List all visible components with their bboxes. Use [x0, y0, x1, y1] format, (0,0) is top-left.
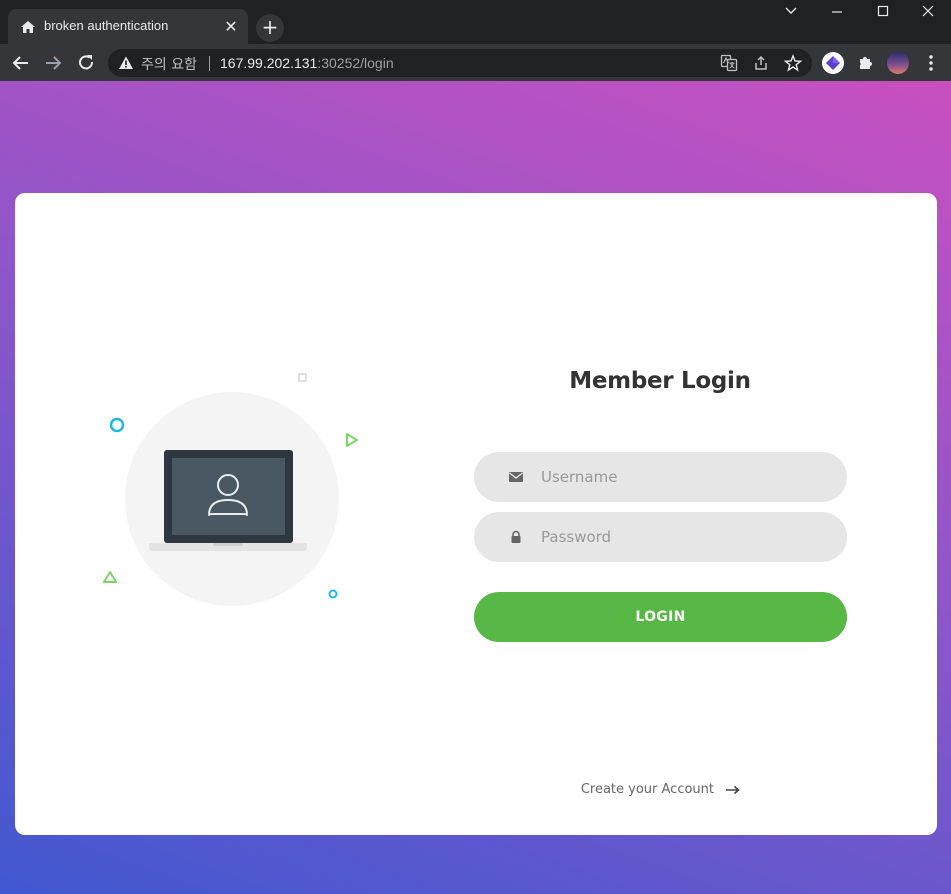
page-title: Member Login	[569, 368, 751, 394]
back-icon[interactable]	[8, 50, 34, 76]
star-icon[interactable]	[784, 54, 802, 72]
url-host: 167.99.202.131	[220, 55, 318, 71]
square-decoration	[298, 373, 307, 382]
warning-icon[interactable]	[118, 55, 134, 71]
browser-tab[interactable]: broken authentication ✕	[8, 9, 248, 44]
chevron-down-icon	[785, 7, 797, 14]
login-button[interactable]: LOGIN	[474, 592, 847, 642]
circle-decoration	[109, 417, 125, 433]
url-text[interactable]: 167.99.202.131:30252/login	[220, 55, 394, 71]
username-input[interactable]	[474, 452, 847, 502]
tab-search-icon[interactable]	[768, 4, 814, 24]
puzzle-icon[interactable]	[855, 52, 877, 74]
arrow-right-icon	[726, 785, 740, 794]
address-bar[interactable]: 주의 요함 167.99.202.131:30252/login	[108, 49, 812, 77]
login-card: Member Login LOGIN Create your Account	[15, 193, 937, 835]
share-icon[interactable]	[752, 54, 770, 72]
maximize-button[interactable]	[860, 4, 906, 24]
forward-icon[interactable]	[40, 50, 66, 76]
translate-icon[interactable]	[720, 54, 738, 72]
laptop-notch	[213, 543, 243, 546]
url-path: :30252/login	[317, 55, 394, 71]
password-field[interactable]	[474, 512, 847, 562]
close-icon	[922, 5, 934, 17]
reload-icon[interactable]	[73, 50, 99, 76]
dot-decoration	[328, 589, 338, 599]
username-field[interactable]	[474, 452, 847, 502]
omnibox-separator	[209, 56, 210, 71]
tab-strip: broken authentication ✕ +	[0, 0, 951, 44]
new-tab-button[interactable]: +	[256, 14, 284, 42]
page-viewport: Member Login LOGIN Create your Account	[0, 81, 951, 894]
password-input[interactable]	[474, 512, 847, 562]
maximize-icon	[877, 5, 889, 17]
security-status[interactable]: 주의 요함	[141, 54, 197, 74]
more-icon[interactable]	[920, 52, 942, 74]
home-icon	[21, 21, 35, 33]
minimize-icon	[832, 11, 842, 13]
triangle-decoration	[346, 433, 358, 447]
minimize-button[interactable]	[814, 4, 860, 24]
triangle-decoration	[103, 571, 117, 583]
close-window-button[interactable]	[905, 4, 951, 24]
create-account-label: Create your Account	[580, 782, 715, 797]
laptop-illustration	[103, 373, 358, 606]
tab-close-icon[interactable]: ✕	[223, 19, 239, 35]
extension-icon[interactable]	[822, 52, 844, 74]
laptop-screen	[172, 458, 285, 535]
profile-avatar[interactable]	[887, 52, 909, 74]
tab-title: broken authentication	[44, 18, 169, 33]
browser-toolbar: 주의 요함 167.99.202.131:30252/login	[0, 44, 951, 81]
create-account-link[interactable]: Create your Account	[474, 782, 847, 797]
